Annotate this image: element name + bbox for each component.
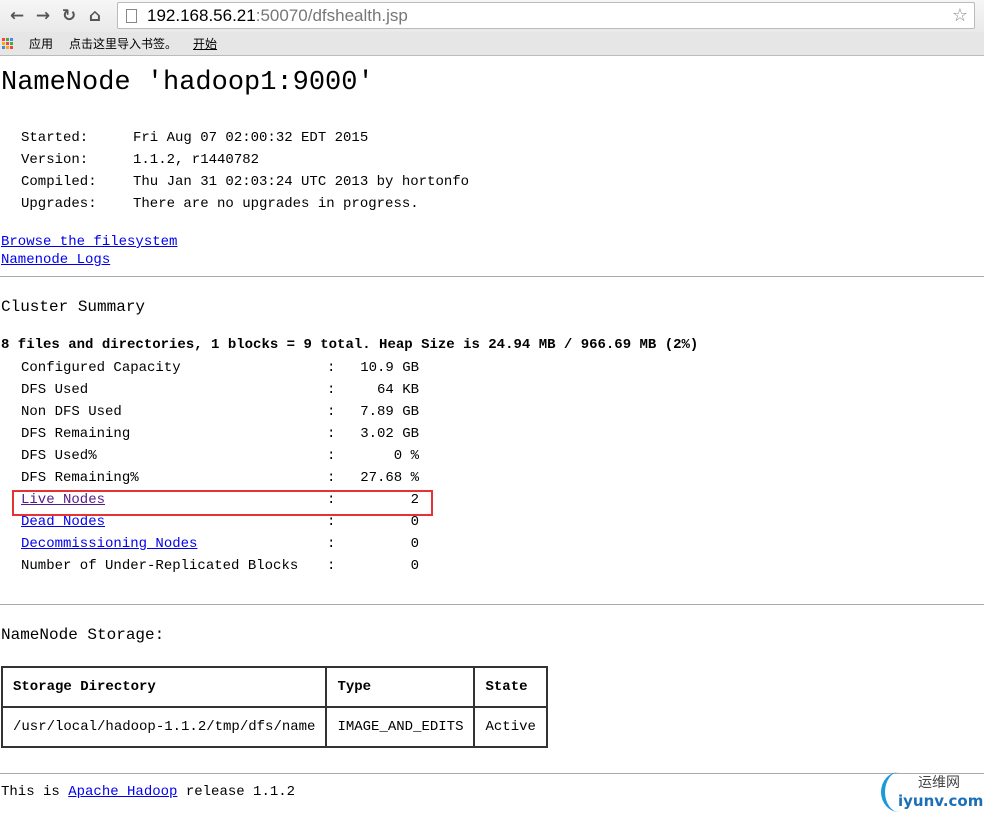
namenode-storage-heading: NameNode Storage: [1,626,165,644]
apache-hadoop-link[interactable]: Apache Hadoop [68,784,177,800]
storage-table: Storage Directory Type State /usr/local/… [0,666,548,748]
separator: : [327,448,336,464]
stat-value: 64 KB [376,382,419,398]
stat-value: 0 [410,536,419,552]
separator: : [327,426,336,442]
forward-icon[interactable]: → [30,6,56,26]
page-title: NameNode 'hadoop1:9000' [1,68,374,98]
info-label: Version: [21,152,89,168]
divider [0,604,984,605]
watermark-cn: 运维网 [918,775,960,791]
bookmark-apps[interactable]: 应用 [29,35,53,52]
footer-text: This is [1,784,69,800]
decommissioning-nodes-link[interactable]: Decommissioning Nodes [21,536,197,552]
column-header: State [473,666,548,708]
cluster-stats: Configured Capacity: 10.9 GB DFS Used: 64 … [21,357,419,577]
highlight-box [12,490,433,516]
info-value: Thu Jan 31 02:03:24 UTC 2013 by hortonfo [133,174,470,190]
bookmark-start[interactable]: 开始 [193,35,217,52]
info-label: Upgrades: [21,196,97,212]
address-bar[interactable]: 192.168.56.21:50070/dfshealth.jsp ☆ [117,2,975,29]
info-label: Started: [21,130,89,146]
type-cell: IMAGE_AND_EDITS [325,706,476,748]
cluster-summary-heading: Cluster Summary [1,298,146,316]
back-icon[interactable]: ← [4,6,30,26]
cluster-summary-text: 8 files and directories, 1 blocks = 9 to… [1,337,699,353]
separator: : [327,558,336,574]
namenode-logs-link[interactable]: Namenode Logs [1,252,110,268]
separator: : [327,536,336,552]
stat-label: DFS Used% [21,448,97,464]
dead-nodes-link[interactable]: Dead Nodes [21,514,105,530]
page-icon [126,8,137,23]
separator: : [327,360,336,376]
stat-value: 3.02 GB [360,426,419,442]
state-cell: Active [473,706,548,748]
column-header: Storage Directory [0,666,328,708]
stat-label: DFS Remaining% [21,470,139,486]
info-value: Fri Aug 07 02:00:32 EDT 2015 [133,130,369,146]
browse-filesystem-link[interactable]: Browse the filesystem [1,234,177,250]
stat-value: 0 [410,558,419,574]
footer-text: release 1.1.2 [177,784,296,800]
reload-icon[interactable]: ↻ [56,6,82,26]
watermark-logo: 运维网 iyunv.com [878,770,983,814]
home-icon[interactable]: ⌂ [82,6,108,26]
divider [0,773,984,774]
stat-label: Non DFS Used [21,404,122,420]
stat-label: Number of Under-Replicated Blocks [21,558,299,574]
separator: : [327,404,336,420]
url-path: :50070/dfshealth.jsp [255,5,408,25]
info-label: Compiled: [21,174,97,190]
separator: : [327,382,336,398]
storage-directory-cell: /usr/local/hadoop-1.1.2/tmp/dfs/name [0,706,328,748]
stat-value: 0 % [393,448,419,464]
stat-value: 10.9 GB [360,360,419,376]
column-header: Type [325,666,476,708]
apps-icon[interactable] [2,38,13,49]
stat-label: DFS Remaining [21,426,131,442]
stat-value: 27.68 % [360,470,419,486]
info-value: 1.1.2, r1440782 [133,152,260,168]
stat-label: DFS Used [21,382,89,398]
url-host: 192.168.56.21 [147,5,256,25]
stat-value: 7.89 GB [360,404,419,420]
table-row: /usr/local/hadoop-1.1.2/tmp/dfs/name IMA… [0,706,548,748]
footer: This is Apache Hadoop release 1.1.2 [1,784,295,800]
table-header-row: Storage Directory Type State [0,666,548,708]
bookmark-import[interactable]: 点击这里导入书签。 [69,35,177,52]
namenode-info: Started: Fri Aug 07 02:00:32 EDT 2015 Ver… [21,127,469,215]
browser-toolbar: ← → ↻ ⌂ 192.168.56.21:50070/dfshealth.js… [0,0,984,32]
divider [0,276,984,277]
info-value: There are no upgrades in progress. [133,196,419,212]
stat-label: Configured Capacity [21,360,181,376]
separator: : [327,470,336,486]
bookmarks-bar: 应用 点击这里导入书签。 开始 [0,32,984,56]
watermark-en: iyunv.com [898,792,984,810]
bookmark-star-icon[interactable]: ☆ [952,5,968,26]
